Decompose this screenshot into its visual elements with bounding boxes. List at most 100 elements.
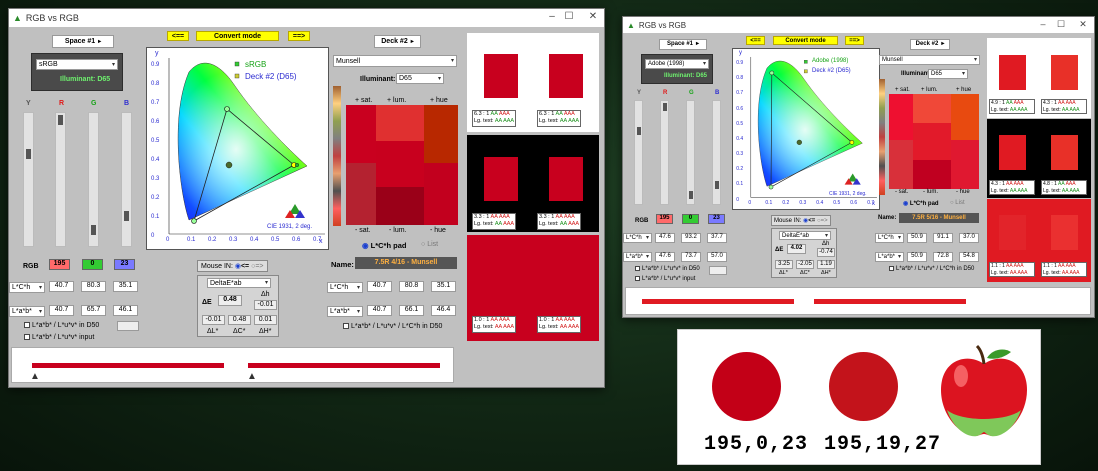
- lab-b[interactable]: 57.0: [707, 252, 727, 262]
- slider-r[interactable]: [55, 112, 66, 247]
- prev-button[interactable]: <==: [167, 31, 189, 41]
- checkbox-box[interactable]: [343, 323, 349, 330]
- lch-c[interactable]: 80.3: [81, 281, 106, 292]
- chip-plus-sat-top[interactable]: [346, 105, 376, 163]
- lab-b[interactable]: 46.1: [113, 305, 138, 316]
- maximize-icon[interactable]: ☐: [561, 11, 577, 22]
- lab2-l[interactable]: 40.7: [367, 305, 392, 316]
- lab-a[interactable]: 73.7: [681, 252, 701, 262]
- munsell-grid[interactable]: [346, 105, 458, 225]
- slider-y[interactable]: [23, 112, 34, 247]
- minimize-icon[interactable]: –: [544, 11, 560, 22]
- r-value[interactable]: 195: [656, 214, 673, 224]
- minimize-icon[interactable]: –: [1035, 19, 1051, 29]
- blank-input[interactable]: [117, 321, 139, 331]
- deck-2-button[interactable]: Deck #2 ▸: [374, 35, 421, 48]
- checkbox-box[interactable]: [635, 266, 640, 271]
- slider-b-thumb[interactable]: [124, 211, 129, 221]
- b-value[interactable]: 23: [114, 259, 135, 270]
- d50-checkbox-2[interactable]: L*a*b* / L*u*v* / L*C*h in D50: [889, 266, 974, 272]
- lch2-c[interactable]: 80.8: [399, 281, 424, 292]
- lch-select[interactable]: L*C*h ▾: [623, 233, 652, 243]
- lab2-select[interactable]: L*a*b* ▾: [875, 252, 904, 262]
- lab-a[interactable]: 65.7: [81, 305, 106, 316]
- r-value[interactable]: 195: [49, 259, 70, 270]
- lab-select[interactable]: L*a*b* ▾: [9, 306, 45, 317]
- lab2-l[interactable]: 50.9: [907, 252, 927, 262]
- lch2-select[interactable]: L*C*h ▾: [327, 282, 363, 293]
- lch-c[interactable]: 93.2: [681, 233, 701, 243]
- checkbox-box[interactable]: [24, 334, 30, 341]
- lch-select[interactable]: L*C*h ▾: [9, 282, 45, 293]
- slider-b-thumb[interactable]: [715, 181, 719, 189]
- d50-checkbox[interactable]: L*a*b* / L*u*v* in D50: [635, 266, 700, 272]
- chip-minus-hue[interactable]: [951, 140, 979, 189]
- lch-pad-radio[interactable]: ◉ L*C*h pad: [903, 200, 939, 207]
- space-select[interactable]: sRGB ▾: [36, 59, 118, 70]
- convert-mode-button[interactable]: Convert mode: [773, 36, 838, 45]
- lab2-b[interactable]: 46.4: [431, 305, 456, 316]
- lch2-h[interactable]: 35.1: [431, 281, 456, 292]
- lch2-l[interactable]: 50.9: [907, 233, 927, 243]
- slider-g-thumb[interactable]: [689, 191, 693, 199]
- hue-strip[interactable]: [879, 79, 885, 195]
- title-bar[interactable]: ▲ RGB vs RGB – ☐ ✕: [9, 9, 604, 27]
- d50-checkbox-2[interactable]: L*a*b* / L*u*v* / L*C*h in D50: [343, 323, 442, 330]
- lab2-select[interactable]: L*a*b* ▾: [327, 306, 363, 317]
- chip-center[interactable]: [913, 123, 951, 160]
- close-icon[interactable]: ✕: [585, 11, 601, 22]
- gamut-vertex-g[interactable]: [769, 70, 775, 76]
- lch-h[interactable]: 35.1: [113, 281, 138, 292]
- gamut-vertex-r[interactable]: [849, 140, 855, 145]
- blank-input[interactable]: [709, 266, 727, 275]
- lch2-l[interactable]: 40.7: [367, 281, 392, 292]
- slider-b[interactable]: [121, 112, 132, 247]
- deck-2-button[interactable]: Deck #2 ▸: [910, 39, 950, 50]
- lab-l[interactable]: 40.7: [49, 305, 74, 316]
- input-checkbox[interactable]: L*a*b* / L*u*v* input: [24, 334, 94, 341]
- slider-g-thumb[interactable]: [91, 225, 96, 235]
- radio-unchecked-icon[interactable]: ○: [950, 200, 954, 206]
- d50-checkbox[interactable]: L*a*b* / L*u*v* in D50: [24, 322, 99, 329]
- lch-h[interactable]: 37.7: [707, 233, 727, 243]
- hue-strip[interactable]: [333, 86, 341, 226]
- checkbox-box[interactable]: [889, 266, 894, 271]
- lab2-a[interactable]: 66.1: [399, 305, 424, 316]
- slider-y-thumb[interactable]: [26, 149, 31, 159]
- slider-r-thumb[interactable]: [58, 115, 63, 125]
- deck-select[interactable]: Munsell ▾: [879, 55, 980, 65]
- space-1-button[interactable]: Space #1 ▸: [659, 39, 707, 50]
- lab-l[interactable]: 47.6: [655, 252, 675, 262]
- chip-plus-lum[interactable]: [376, 105, 424, 141]
- slider-y[interactable]: [634, 100, 643, 205]
- chip-plus-hue[interactable]: [951, 94, 979, 140]
- checkbox-box[interactable]: [635, 276, 640, 281]
- list-radio[interactable]: ○ List: [950, 200, 965, 206]
- prev-button[interactable]: <==: [746, 36, 765, 45]
- chip-plus-hue[interactable]: [424, 105, 458, 163]
- lch2-select[interactable]: L*C*h ▾: [875, 233, 904, 243]
- g-value[interactable]: 0: [82, 259, 103, 270]
- g-value[interactable]: 0: [682, 214, 699, 224]
- space-select[interactable]: Adobe (1998) ▾: [645, 59, 709, 69]
- slider-r[interactable]: [660, 100, 669, 205]
- slider-g[interactable]: [88, 112, 99, 247]
- lch-l[interactable]: 47.6: [655, 233, 675, 243]
- radio-unchecked-icon[interactable]: ○: [421, 241, 425, 248]
- lch2-h[interactable]: 37.0: [959, 233, 979, 243]
- slider-r-thumb[interactable]: [663, 103, 667, 111]
- lab2-b[interactable]: 54.8: [959, 252, 979, 262]
- marker-icon-1[interactable]: ▲: [30, 371, 40, 382]
- b-value[interactable]: 23: [708, 214, 725, 224]
- illuminant2-select[interactable]: D65 ▾: [928, 69, 968, 79]
- space-1-button[interactable]: Space #1 ▸: [52, 35, 114, 48]
- radio-checked-icon[interactable]: ◉: [362, 241, 369, 250]
- checkbox-box[interactable]: [24, 322, 30, 329]
- gamut-vertex-g[interactable]: [224, 106, 230, 112]
- maximize-icon[interactable]: ☐: [1053, 19, 1069, 30]
- next-button[interactable]: ==>: [845, 36, 864, 45]
- chip-minus-sat[interactable]: [346, 163, 376, 225]
- title-bar[interactable]: ▲ RGB vs RGB – ☐ ✕: [623, 17, 1094, 33]
- slider-y-thumb[interactable]: [637, 127, 641, 135]
- list-radio[interactable]: ○ List: [421, 241, 438, 248]
